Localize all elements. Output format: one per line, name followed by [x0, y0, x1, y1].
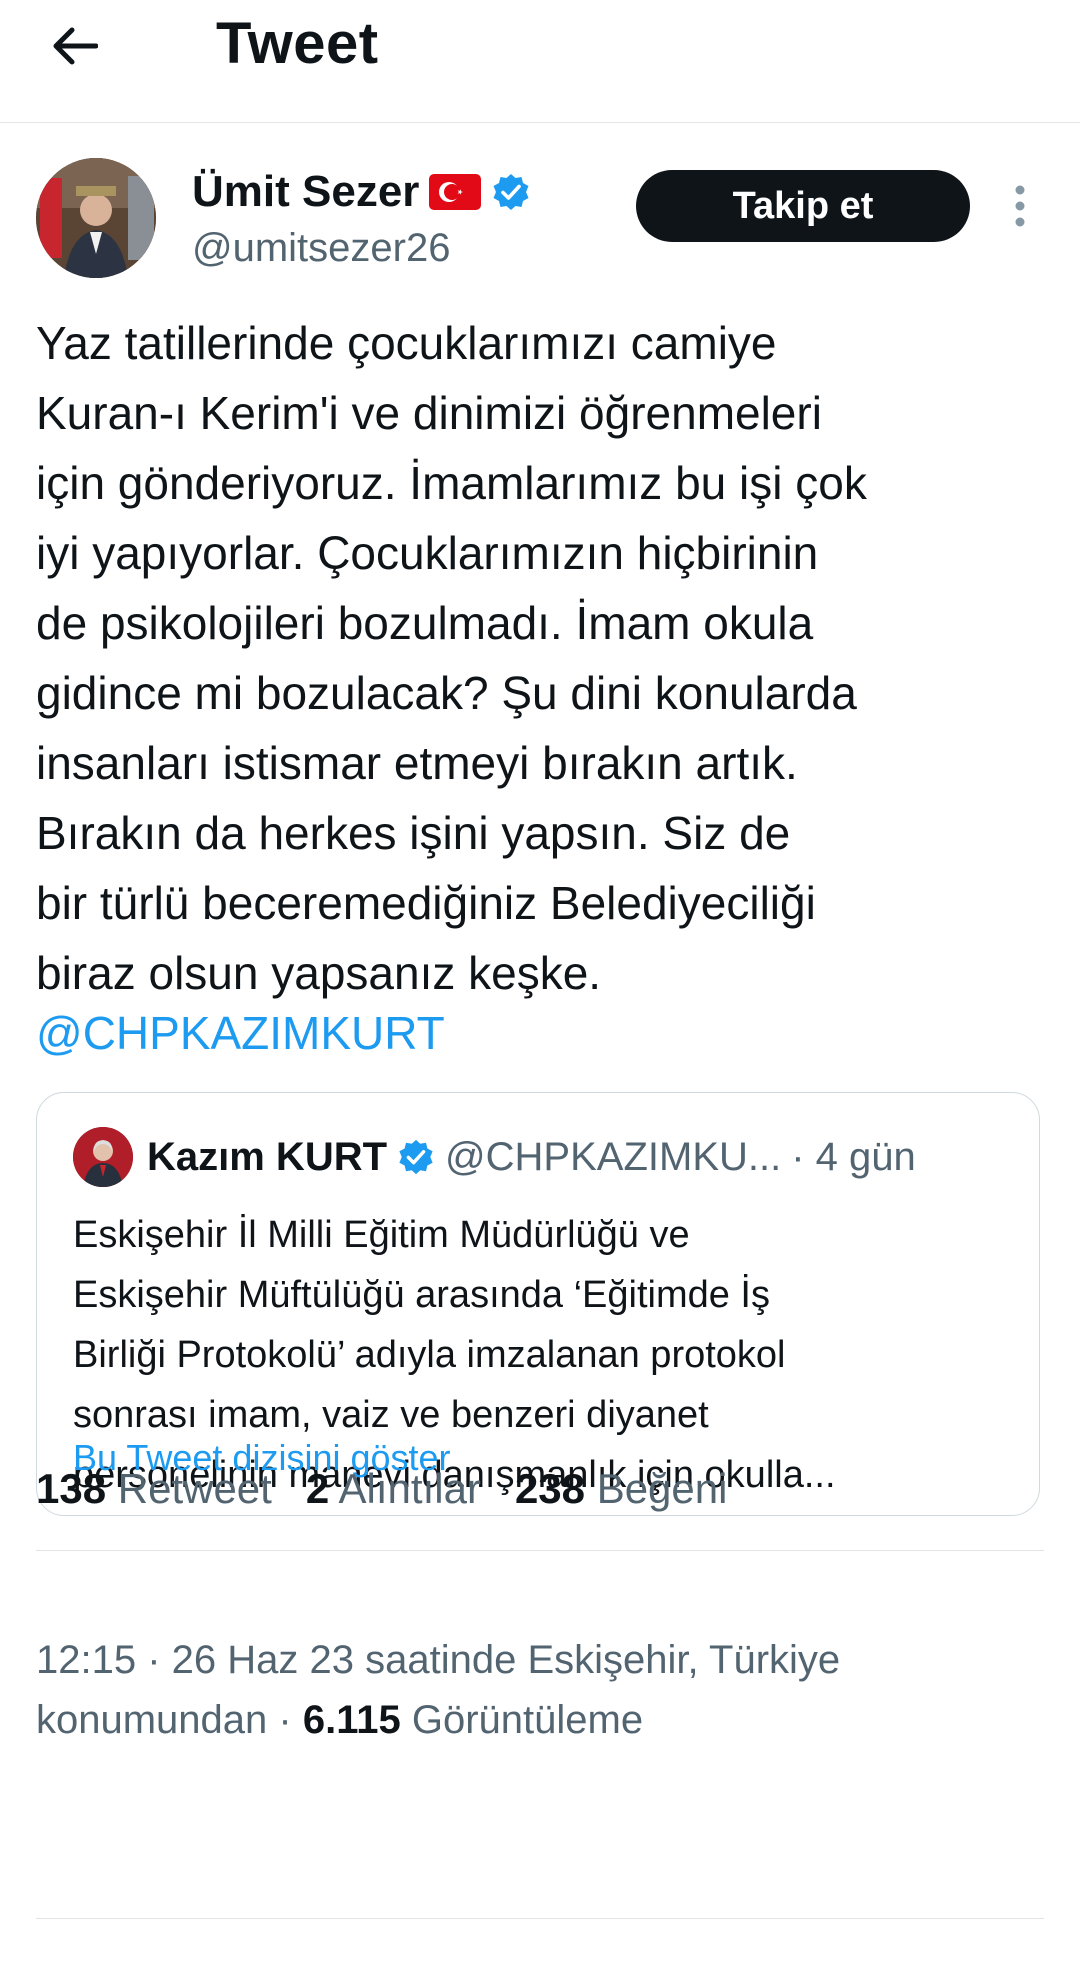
views-label: Görüntüleme — [400, 1698, 644, 1742]
back-button[interactable] — [52, 6, 152, 86]
avatar-image — [36, 158, 156, 278]
likes-stat[interactable]: 238 Beğeni — [515, 1465, 728, 1513]
quotes-stat[interactable]: 2 Alıntılar — [306, 1465, 481, 1513]
quoted-timestamp: · 4 gün — [791, 1134, 916, 1179]
tweet-text: Yaz tatillerinde çocuklarımızı camiye Ku… — [36, 317, 867, 999]
top-bar: Tweet — [0, 0, 1080, 123]
quoted-tweet[interactable]: Kazım KURT @CHPKAZIMKU... · 4 gün Eskişe… — [36, 1092, 1040, 1516]
retweets-count: 138 — [36, 1465, 107, 1512]
quotes-label: Alıntılar — [338, 1465, 481, 1512]
follow-button[interactable]: Takip et — [636, 170, 970, 242]
author-avatar[interactable] — [36, 158, 156, 278]
quoted-author-name: Kazım KURT — [147, 1134, 388, 1179]
more-options-button[interactable] — [1000, 174, 1040, 238]
engagement-stats: 138 Retweet 2 Alıntılar 238 Beğeni — [36, 1454, 727, 1524]
views-count: 6.115 — [302, 1698, 401, 1742]
quoted-author-avatar — [73, 1127, 133, 1187]
author-handle[interactable]: @umitsezer26 — [192, 222, 450, 274]
more-vertical-icon — [1015, 185, 1025, 227]
quoted-header: Kazım KURT @CHPKAZIMKU... · 4 gün — [147, 1127, 1027, 1187]
retweets-stat[interactable]: 138 Retweet — [36, 1465, 272, 1513]
divider — [36, 1918, 1044, 1919]
quoted-author-handle: @CHPKAZIMKU... — [445, 1134, 782, 1179]
tweet-meta: 12:15 · 26 Haz 23 saatinde Eskişehir, Tü… — [36, 1630, 1046, 1750]
turkey-flag-icon — [429, 174, 482, 210]
quotes-count: 2 — [305, 1465, 330, 1512]
location-suffix: konumundan · — [36, 1698, 303, 1742]
verified-badge-icon — [399, 1139, 433, 1175]
quoted-avatar-image — [73, 1127, 133, 1187]
author-name-row: Ümit Sezer — [192, 164, 531, 220]
likes-label: Beğeni — [596, 1465, 728, 1512]
retweets-label: Retweet — [117, 1465, 272, 1512]
timestamp-location[interactable]: 12:15 · 26 Haz 23 saatinde Eskişehir, Tü… — [36, 1638, 840, 1682]
author-name[interactable]: Ümit Sezer — [192, 167, 419, 217]
verified-badge-icon — [493, 174, 529, 210]
likes-count: 238 — [514, 1465, 586, 1512]
page-title: Tweet — [216, 11, 379, 76]
mention-link[interactable]: @CHPKAZIMKURT — [36, 998, 445, 1068]
arrow-left-icon — [53, 27, 98, 65]
divider — [36, 1550, 1044, 1551]
